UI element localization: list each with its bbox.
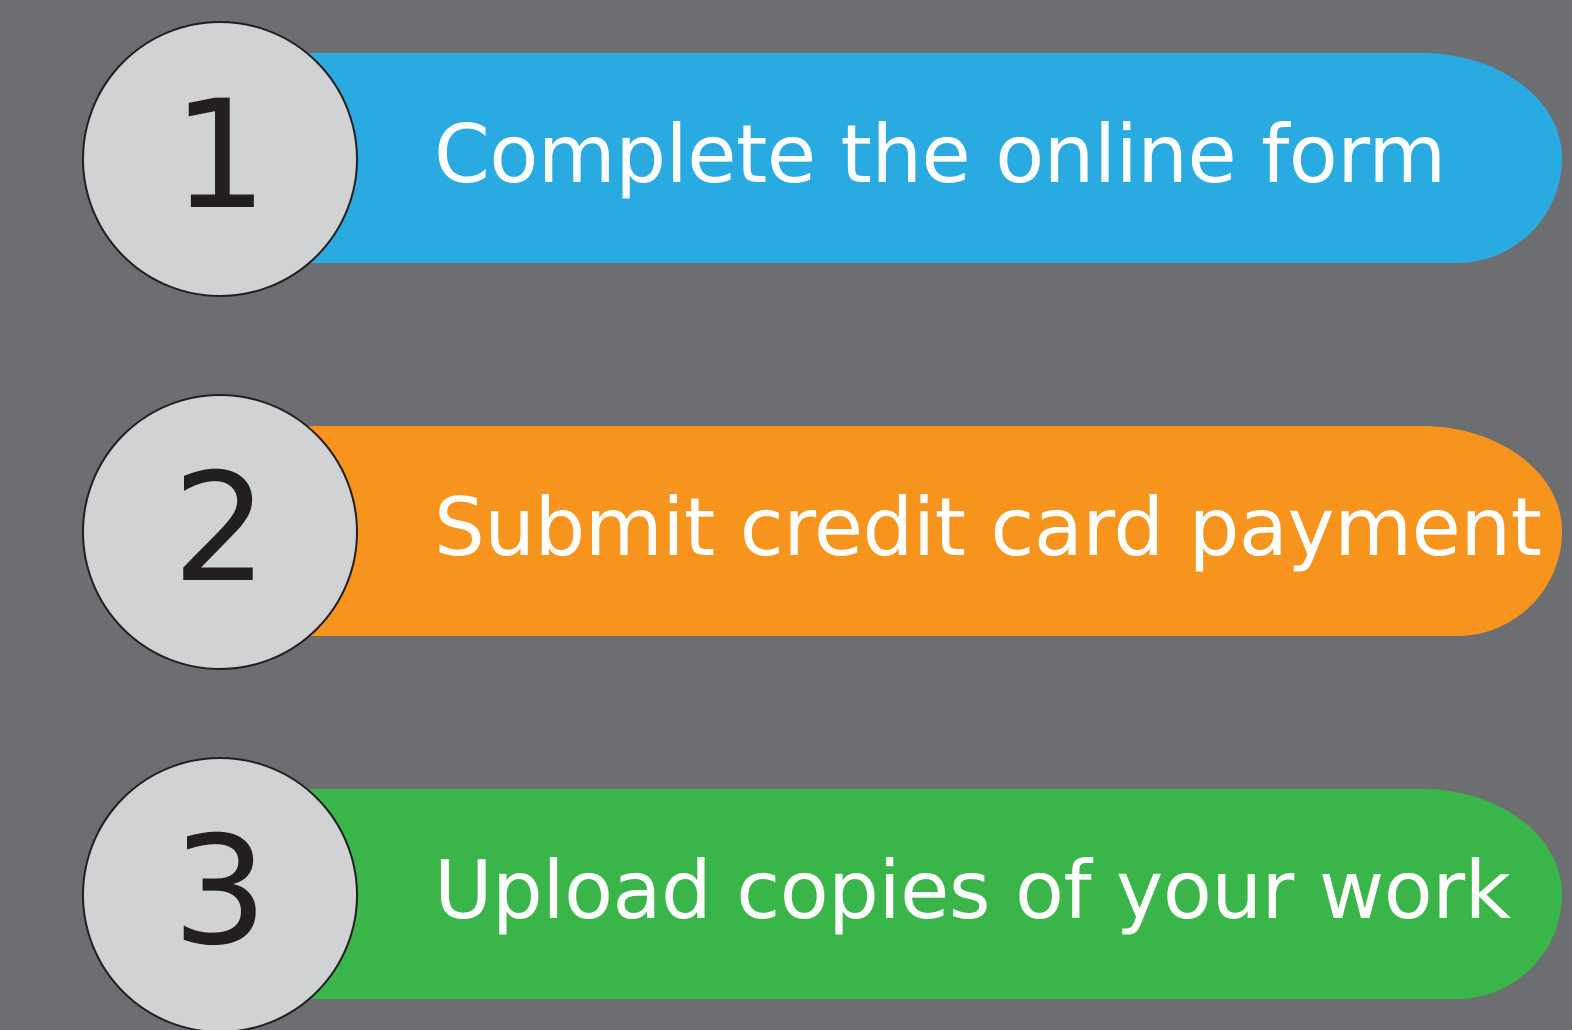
step-1-number: 1 [172,69,268,243]
step-1-bar: Complete the online form [290,53,1562,263]
step-2-number-badge: 2 [82,394,358,670]
step-3: Upload copies of your work 3 [0,757,1572,1030]
step-2: Submit credit card payment 2 [0,394,1572,674]
step-1-number-badge: 1 [82,21,358,297]
step-3-bar: Upload copies of your work [290,789,1562,999]
step-3-number-badge: 3 [82,757,358,1030]
step-2-label: Submit credit card payment [434,480,1542,574]
step-3-label: Upload copies of your work [434,843,1511,937]
step-1: Complete the online form 1 [0,21,1572,301]
step-2-number: 2 [172,442,268,616]
step-1-label: Complete the online form [434,107,1446,201]
step-2-bar: Submit credit card payment [290,426,1562,636]
step-3-number: 3 [172,805,268,979]
